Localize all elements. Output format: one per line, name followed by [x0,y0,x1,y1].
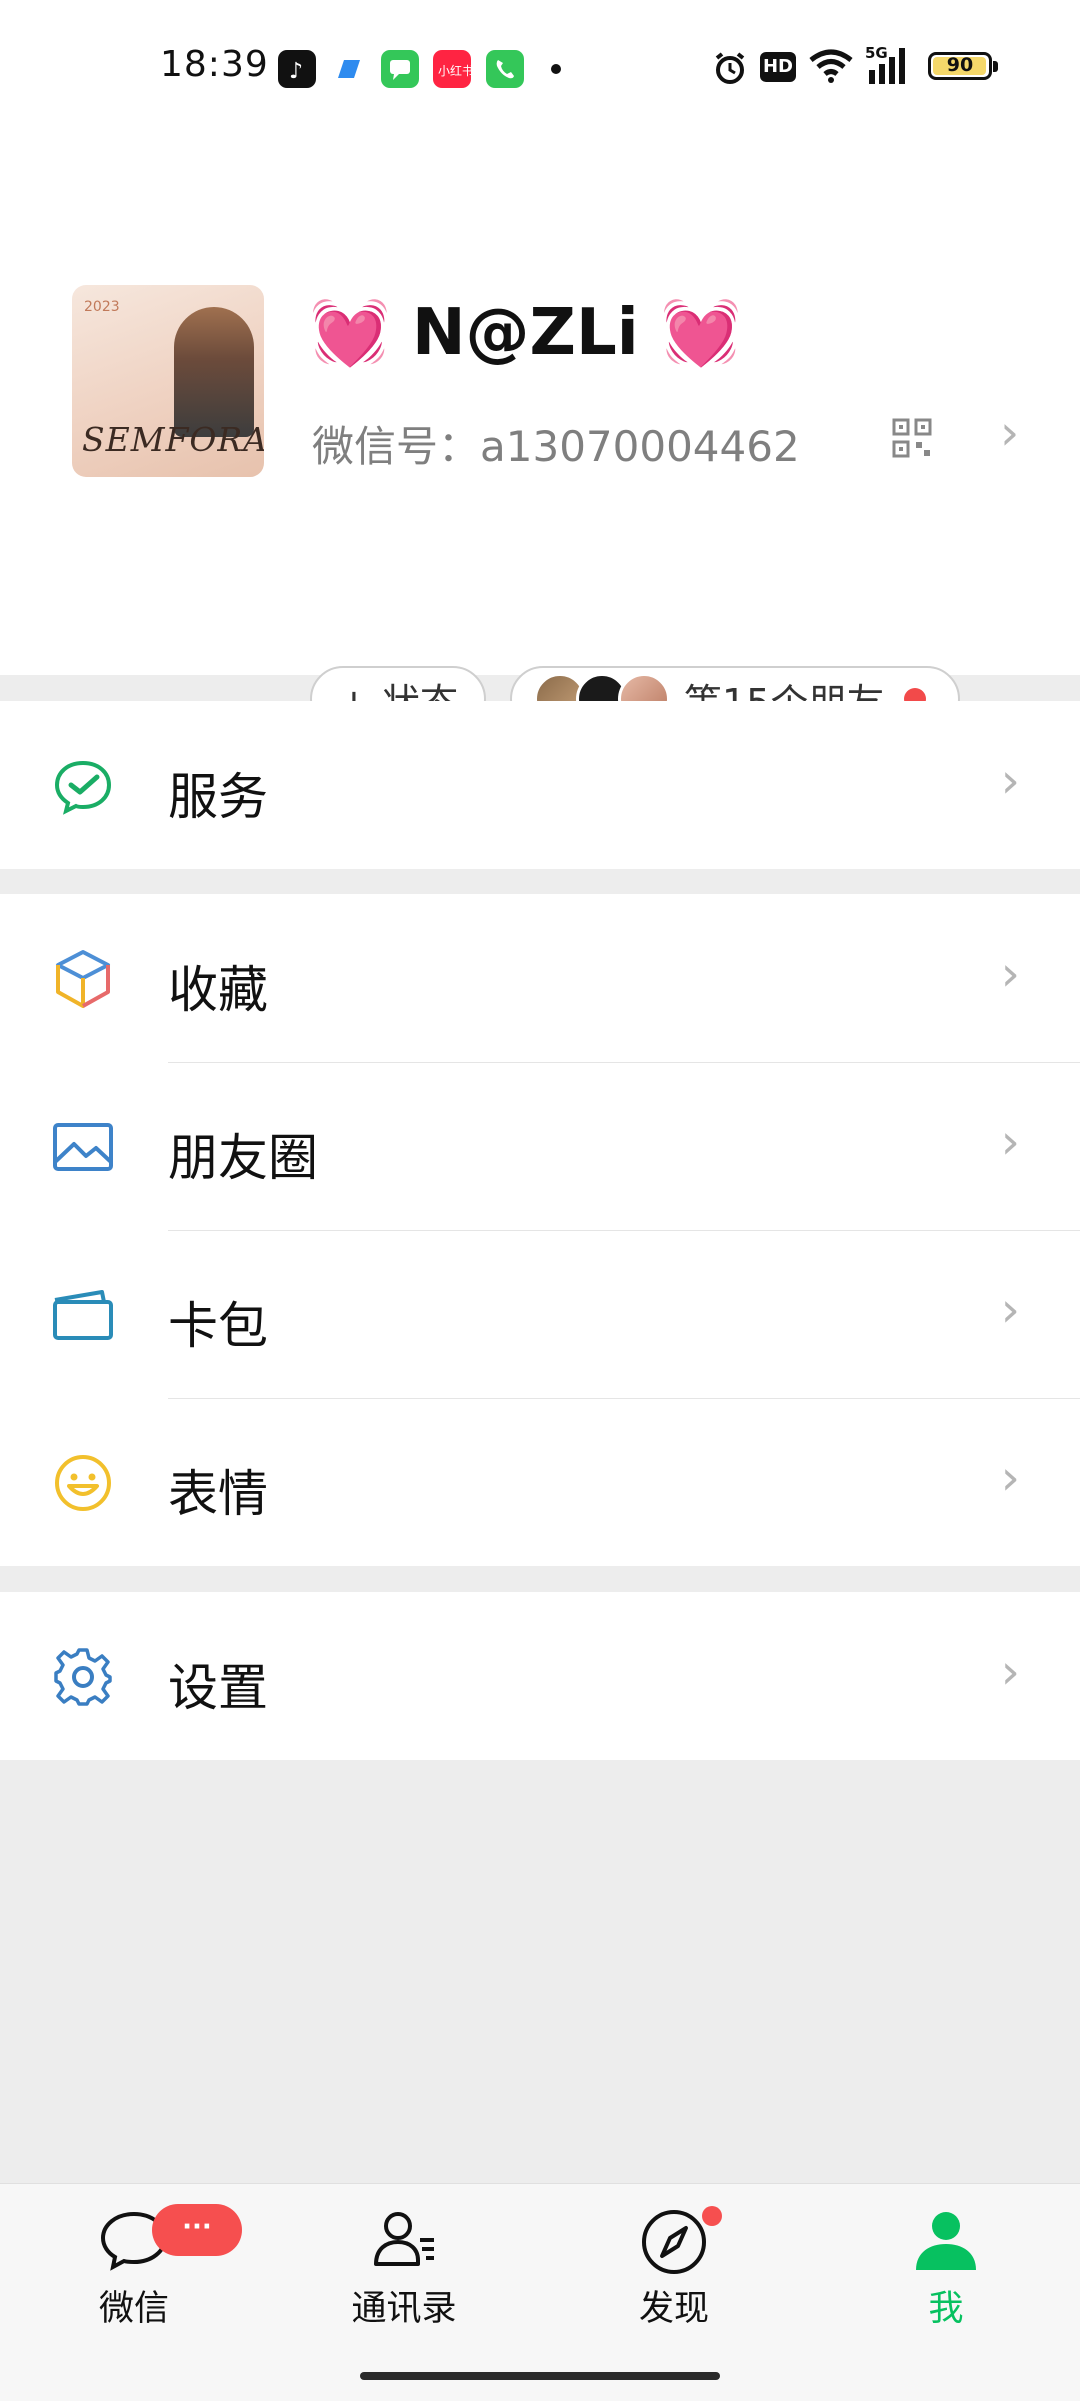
menu-label-cards: 卡包 [168,1297,268,1355]
avatar-caption: SEMFORA [82,420,264,459]
messages-icon [381,50,419,88]
cellular-signal-icon: 5G [865,44,915,90]
tab-label-discover: 发现 [638,2289,709,2329]
wifi-icon [808,48,854,88]
svg-text:5G: 5G [865,44,888,62]
avatar-photo [174,307,254,437]
tab-contacts[interactable]: 通讯录 [304,2204,504,2331]
chevron-right-icon: › [1000,946,1020,1002]
nickname: 💓 N@ZLi 💓 [310,295,741,370]
qr-code-icon[interactable] [892,418,932,462]
services-icon [52,755,114,817]
settings-group: 设置 › [0,1592,1080,1760]
menu-item-cards[interactable]: 卡包 › [0,1230,1080,1398]
services-group: 服务 › [0,701,1080,869]
status-time: 18:39 [160,44,269,85]
chevron-right-icon: › [1000,1114,1020,1170]
hd-icon: HD [760,52,796,82]
card-wallet-icon [52,1284,114,1346]
person-icon [846,2204,1046,2276]
battery-level: 90 [946,54,974,76]
menu-item-stickers[interactable]: 表情 › [0,1398,1080,1566]
tab-discover[interactable]: 发现 [574,2204,774,2331]
chevron-right-icon: › [1000,1644,1020,1700]
profile-header[interactable]: 2023 SEMFORA 💓 N@ZLi 💓 微信号：a13070004462 … [0,135,1080,732]
features-group: 收藏 › 朋友圈 › 卡包 › 表情 › [0,894,1080,1566]
avatar[interactable]: 2023 SEMFORA [72,285,264,477]
chevron-right-icon: › [1000,753,1020,809]
tab-label-chats: 微信 [98,2289,169,2329]
moments-picture-icon [52,1116,114,1178]
unread-badge: ··· [152,2204,242,2256]
menu-label-favorites: 收藏 [168,961,268,1019]
svg-text:♪: ♪ [289,59,303,84]
compass-icon [574,2204,774,2276]
notification-dot-icon [551,64,561,74]
smiley-icon [52,1452,114,1514]
svg-text:小红书: 小红书 [438,63,471,78]
tiktok-icon: ♪ [278,50,316,88]
wechat-id: 微信号：a13070004462 [312,413,800,474]
chevron-right-icon[interactable]: › [1000,405,1019,461]
tab-me[interactable]: 我 [846,2204,1046,2331]
menu-item-favorites[interactable]: 收藏 › [0,894,1080,1062]
heart-icon: 💓 [660,296,741,370]
menu-label-moments: 朋友圈 [168,1129,318,1187]
app-icon-blue [330,50,368,88]
battery-icon: 90 [928,52,998,80]
home-indicator[interactable] [360,2372,720,2380]
status-bar: 18:39 ♪ 小红书 HD 5G 90 [0,0,1080,135]
xiaohongshu-icon: 小红书 [433,50,474,88]
alarm-icon [712,50,748,90]
gear-icon [52,1646,114,1708]
wechat-id-value: a13070004462 [480,422,800,471]
nickname-text: N@ZLi [411,296,639,370]
tab-label-me: 我 [928,2289,964,2329]
menu-label-services: 服务 [168,768,268,826]
wechat-id-label: 微信号： [312,422,481,471]
new-moments-dot-icon [702,2206,722,2226]
heart-icon: 💓 [310,296,390,370]
menu-item-settings[interactable]: 设置 › [0,1592,1080,1760]
tab-label-contacts: 通讯录 [351,2289,457,2329]
menu-item-moments[interactable]: 朋友圈 › [0,1062,1080,1230]
bottom-tab-bar: 微信 ··· 通讯录 发现 我 [0,2183,1080,2401]
favorites-cube-icon [52,948,114,1010]
menu-item-services[interactable]: 服务 › [0,701,1080,869]
menu-label-stickers: 表情 [168,1465,268,1523]
menu-label-settings: 设置 [168,1659,268,1717]
phone-icon [486,50,524,88]
contacts-icon [304,2204,504,2276]
avatar-decoration: 2023 [84,299,120,315]
chevron-right-icon: › [1000,1282,1020,1338]
chevron-right-icon: › [1000,1450,1020,1506]
